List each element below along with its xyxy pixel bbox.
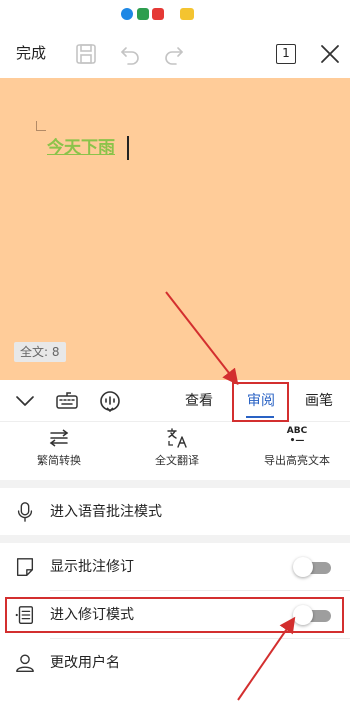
translate-label: 全文翻译 xyxy=(155,454,199,467)
note-icon xyxy=(16,558,34,576)
redo-icon[interactable] xyxy=(162,42,186,66)
save-icon[interactable] xyxy=(74,42,98,66)
section-divider xyxy=(0,480,350,488)
person-icon xyxy=(16,654,34,672)
change-username-label: 更改用户名 xyxy=(50,655,120,671)
annotation-highlight-box xyxy=(5,597,344,633)
word-count-badge: 全文: 8 xyxy=(14,342,66,362)
review-tools-row: 繁简转换 全文翻译 ABC •— 导出高亮文本 xyxy=(0,422,350,480)
app-notification-icon xyxy=(180,8,194,20)
show-revisions-item[interactable]: 显示批注修订 xyxy=(0,543,350,591)
section-divider xyxy=(0,535,350,543)
margin-corner-mark xyxy=(36,121,46,131)
convert-label: 繁简转换 xyxy=(37,454,81,467)
voice-annotation-label: 进入语音批注模式 xyxy=(50,504,162,520)
tab-pen[interactable]: 画笔 xyxy=(305,392,333,410)
close-icon[interactable] xyxy=(318,42,342,66)
abc-icon-text: ABC xyxy=(286,426,308,436)
chevron-down-icon[interactable] xyxy=(13,389,37,413)
voice-annotation-item[interactable]: 进入语音批注模式 xyxy=(0,488,350,536)
translate-button[interactable]: 全文翻译 xyxy=(122,422,232,468)
app-notification-icon xyxy=(137,8,149,20)
microphone-icon xyxy=(17,502,33,522)
convert-icon xyxy=(49,429,69,447)
show-revisions-label: 显示批注修订 xyxy=(50,559,134,575)
convert-button[interactable]: 繁简转换 xyxy=(4,422,114,468)
app-notification-icon xyxy=(152,8,164,20)
keyboard-icon[interactable] xyxy=(55,389,79,413)
status-bar xyxy=(0,0,350,30)
page-count-button[interactable]: 1 xyxy=(276,44,296,64)
text-cursor xyxy=(127,136,129,160)
app-notification-icon xyxy=(121,8,133,20)
toggle-knob xyxy=(293,557,313,577)
abc-icon-line: •— xyxy=(289,436,305,446)
document-text[interactable]: 今天下雨 xyxy=(47,136,115,160)
tab-bar: 查看 审阅 画笔 xyxy=(0,380,350,422)
tab-view[interactable]: 查看 xyxy=(185,392,213,410)
undo-icon[interactable] xyxy=(118,42,142,66)
show-revisions-toggle[interactable] xyxy=(293,557,333,577)
export-highlight-button[interactable]: ABC •— 导出高亮文本 xyxy=(242,422,350,468)
translate-icon xyxy=(167,428,187,448)
annotation-highlight-box xyxy=(232,382,289,422)
document-canvas[interactable]: 今天下雨 全文: 8 xyxy=(0,78,350,380)
change-username-item[interactable]: 更改用户名 xyxy=(0,639,350,687)
top-toolbar: 完成 1 xyxy=(0,30,350,78)
voice-assistant-icon[interactable] xyxy=(98,389,122,413)
done-button[interactable]: 完成 xyxy=(16,43,46,63)
abc-export-icon: ABC •— xyxy=(242,426,350,450)
export-highlight-label: 导出高亮文本 xyxy=(264,454,330,467)
